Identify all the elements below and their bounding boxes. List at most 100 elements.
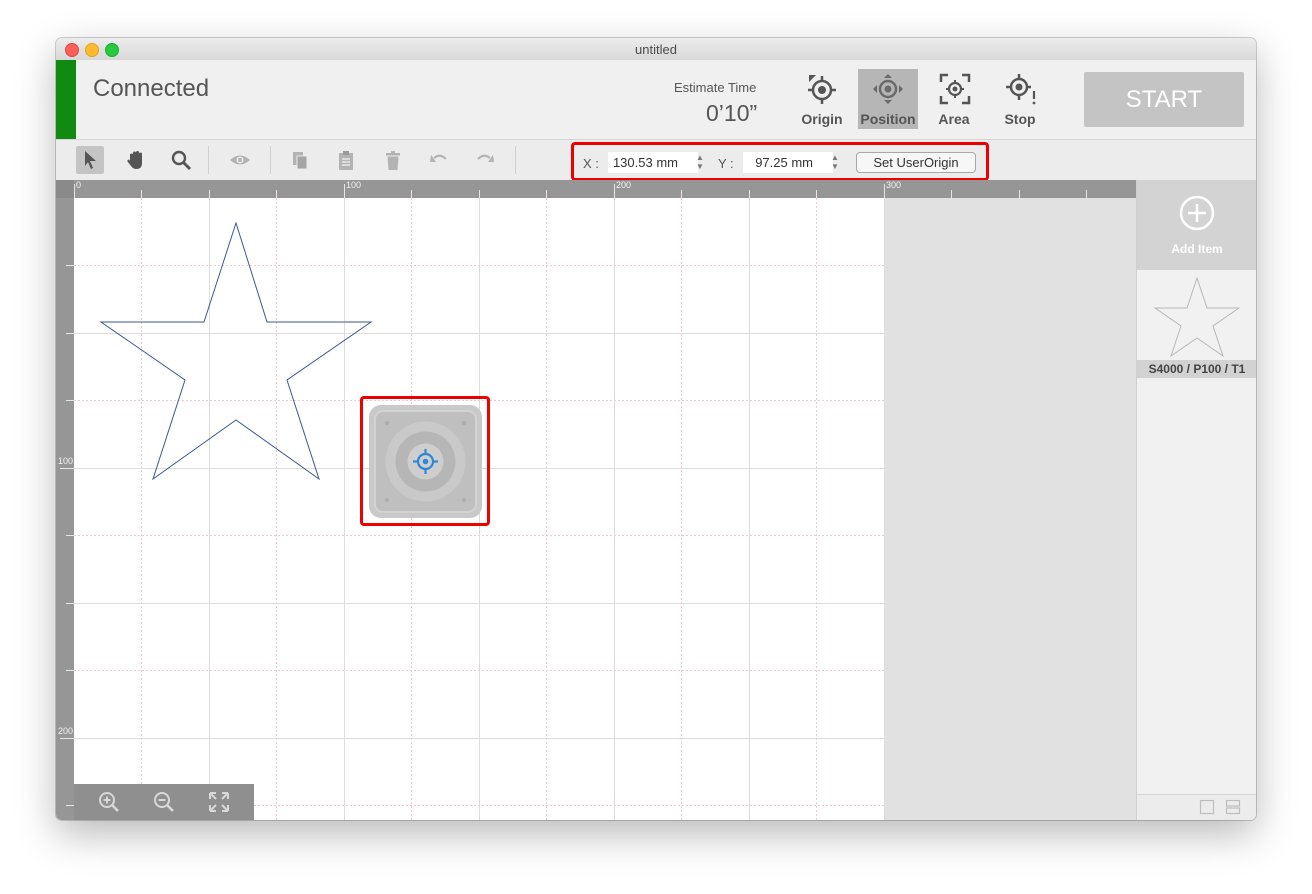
fit-screen-icon <box>209 792 229 812</box>
ruler-tick <box>951 190 952 198</box>
origin-label: Origin <box>801 111 843 127</box>
delete-tool[interactable] <box>379 146 407 174</box>
x-label: X : <box>583 156 599 171</box>
undo-icon <box>430 154 447 162</box>
ruler-tick <box>546 190 547 198</box>
pan-tool[interactable] <box>122 146 150 174</box>
copy-icon <box>293 152 308 170</box>
y-label: Y : <box>718 156 734 171</box>
ruler-tick <box>60 468 74 469</box>
estimate-time-value: 0’10” <box>706 100 758 126</box>
stop-button[interactable]: Stop <box>990 69 1050 129</box>
laser-head-icon <box>374 410 477 513</box>
toolbar-divider <box>270 146 271 174</box>
trash-icon <box>386 151 400 170</box>
ruler-label: 300 <box>886 180 902 190</box>
zoom-in-button[interactable] <box>96 789 122 815</box>
position-button[interactable]: Position <box>858 69 918 129</box>
ruler-label: 100 <box>346 180 362 190</box>
zoom-out-button[interactable] <box>151 789 177 815</box>
clipboard-icon <box>339 151 353 170</box>
copy-tool[interactable] <box>286 146 314 174</box>
layer-item[interactable]: S4000 / P100 / T1 <box>1137 272 1256 380</box>
ruler-tick <box>411 190 412 198</box>
ruler-tick <box>66 603 74 604</box>
set-user-origin-button[interactable]: Set UserOrigin <box>856 152 976 173</box>
app-window: untitled Connected Estimate Time 0’10” O… <box>56 38 1256 820</box>
ruler-tick <box>749 190 750 198</box>
area-label: Area <box>938 111 970 127</box>
laser-position-pad[interactable] <box>369 405 482 518</box>
ruler-label: 100 <box>58 456 74 466</box>
stop-icon <box>1006 74 1036 105</box>
zoom-tool[interactable] <box>167 146 195 174</box>
zoom-out-icon <box>154 792 174 812</box>
y-stepper[interactable]: ▲ ▼ <box>831 153 839 171</box>
ruler-label: 0 <box>76 180 82 190</box>
ruler-tick <box>60 738 74 739</box>
title-bar: untitled <box>56 38 1256 61</box>
ruler-tick <box>276 190 277 198</box>
ruler-tick <box>1086 190 1087 198</box>
ruler-tick <box>209 190 210 198</box>
zoom-controls <box>74 784 254 820</box>
start-button[interactable]: START <box>1084 72 1244 127</box>
ruler-tick <box>344 184 345 198</box>
ruler-label: 200 <box>58 726 74 736</box>
y-coordinate-field[interactable]: 97.25 mm <box>743 152 833 173</box>
ruler-tick <box>66 333 74 334</box>
connection-indicator <box>56 60 76 139</box>
ruler-tick <box>74 184 75 198</box>
layer-panel: Add Item S4000 / P100 / T1 <box>1136 180 1256 820</box>
split-view-icon[interactable] <box>1225 799 1241 815</box>
top-ruler: 0 100 200 300 <box>56 180 1136 198</box>
redo-tool[interactable] <box>471 146 499 174</box>
ruler-tick <box>66 670 74 671</box>
window-title: untitled <box>635 42 677 57</box>
ruler-tick <box>884 184 885 198</box>
toolbar-divider <box>515 146 516 174</box>
arrow-cursor-icon <box>85 151 96 169</box>
left-ruler: 100 200 <box>56 180 74 820</box>
zoom-in-icon <box>99 792 119 812</box>
x-coordinate-field[interactable]: 130.53 mm <box>608 152 698 173</box>
ruler-tick <box>66 400 74 401</box>
undo-tool[interactable] <box>425 146 453 174</box>
add-item-button[interactable]: Add Item <box>1137 180 1256 270</box>
layer-settings-label: S4000 / P100 / T1 <box>1137 360 1256 378</box>
origin-icon <box>808 75 836 104</box>
canvas-area[interactable]: 0 100 200 300 100 200 <box>56 180 1136 820</box>
toolbar: X : 130.53 mm ▲ ▼ Y : 97.25 mm ▲ ▼ Set Use… <box>56 140 1256 181</box>
star-thumbnail-icon <box>1153 276 1241 358</box>
stop-label: Stop <box>1004 111 1036 127</box>
origin-button[interactable]: Origin <box>792 69 852 129</box>
fit-to-screen-button[interactable] <box>206 789 232 815</box>
magnifier-icon <box>171 150 192 171</box>
select-tool[interactable] <box>76 146 104 174</box>
estimate-time-label: Estimate Time <box>674 80 757 95</box>
ruler-tick <box>681 190 682 198</box>
preview-tool[interactable] <box>226 146 254 174</box>
area-button[interactable]: Area <box>924 69 984 129</box>
panel-footer <box>1137 794 1256 820</box>
header: Connected Estimate Time 0’10” Origin Pos… <box>56 60 1256 140</box>
ruler-corner <box>56 180 74 198</box>
ruler-tick <box>66 535 74 536</box>
position-label: Position <box>860 111 916 127</box>
single-view-icon[interactable] <box>1199 799 1215 815</box>
area-icon <box>939 73 971 105</box>
paste-tool[interactable] <box>332 146 360 174</box>
eye-icon <box>230 155 250 165</box>
ruler-tick <box>66 265 74 266</box>
plus-circle-icon <box>1179 195 1215 231</box>
ruler-tick <box>141 190 142 198</box>
ruler-tick <box>1019 190 1020 198</box>
ruler-tick <box>614 184 615 198</box>
x-stepper[interactable]: ▲ ▼ <box>696 153 704 171</box>
toolbar-divider <box>208 146 209 174</box>
redo-icon <box>477 154 494 162</box>
laser-position-highlight <box>360 396 490 526</box>
add-item-label: Add Item <box>1171 242 1223 256</box>
ruler-tick <box>66 805 74 806</box>
hand-icon <box>127 151 142 169</box>
